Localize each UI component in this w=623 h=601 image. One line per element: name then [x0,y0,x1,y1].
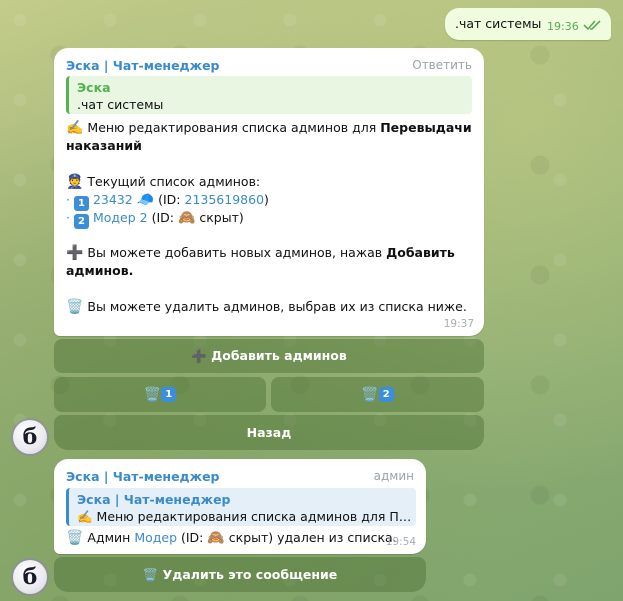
admin-removed-suffix: скрыт) удален из списка. [224,530,397,545]
admin-id-suffix: ) [264,192,269,207]
outgoing-message[interactable]: .чат системы 19:36 [445,8,611,40]
admin-id-prefix: (ID: [154,192,185,207]
bot-avatar[interactable]: б [13,560,47,594]
reply-quote-text: ✍️ Меню редактирования списка админов дл… [77,509,412,524]
admin-list-header-text: Текущий список админов: [83,174,261,189]
see-no-evil-monkey-icon: 🙈 [207,530,225,546]
reply-quote[interactable]: Эска | Чат-менеджер ✍️ Меню редактирован… [66,488,416,526]
cap-icon: 🧢 [136,192,155,208]
admin-removed-mid: (ID: [177,530,208,545]
see-no-evil-monkey-icon: 🙈 [177,210,196,226]
menu-title-text: Меню редактирования списка админов для [83,120,381,135]
menu-title-line: ✍️ Меню редактирования списка админов дл… [66,119,472,137]
reply-quote-author: Эска [77,80,111,95]
trash-icon: 🗑️ [66,530,84,546]
trash-icon: 🗑️ [361,386,379,403]
admin-list-item: · 1 23432 🧢 (ID: 2135619860) [66,191,269,211]
list-bullet: · [66,210,70,225]
add-admins-hint: ➕ Вы можете добавить новых админов, нажа… [66,244,455,262]
admin-removed-prefix: Админ [83,530,135,545]
admin-name-link[interactable]: Модер [134,530,177,545]
keycap-2-icon: 2 [378,387,394,402]
admin-removed-line: 🗑️ Админ Модер (ID: 🙈 скрыт) удален из с… [66,529,397,547]
message-sender[interactable]: Эска | Чат-менеджер [66,469,220,484]
admin-list-header: 👮 Текущий список админов: [66,173,260,191]
message-time: 19:54 [385,536,416,548]
sender-role-badge: админ [373,469,414,483]
bot-message-admin-menu[interactable]: Эска | Чат-менеджер Ответить Эска .чат с… [54,48,484,336]
police-officer-icon: 👮 [66,174,84,190]
admin-id-suffix: ) [238,210,244,225]
message-time: 19:37 [443,318,474,330]
message-sender[interactable]: Эска | Чат-менеджер [66,58,220,73]
writing-hand-icon: ✍️ [66,120,84,136]
bot-message-admin-removed[interactable]: Эска | Чат-менеджер админ Эска | Чат-мен… [54,459,426,554]
admin-id-prefix: (ID: [147,210,178,225]
add-admins-hint-text: Вы можете добавить новых админов, нажав [83,245,387,260]
back-button[interactable]: Назад [54,415,484,450]
outgoing-message-time: 19:36 [547,20,579,33]
plus-icon: ➕ [66,245,84,261]
menu-title-bold: Перевыдачи [380,120,472,135]
add-admins-button[interactable]: ➕ Добавить админов [54,339,484,373]
trash-icon: 🗑️ [66,299,84,315]
menu-title-bold-line2: наказаний [66,138,142,153]
remove-admins-hint-text: Вы можете удалить админов, выбрав их из … [83,299,467,314]
admin-name-link[interactable]: Модер 2 [93,210,148,225]
trash-icon: 🗑️ [143,386,162,403]
delete-message-button[interactable]: 🗑️ Удалить это сообщение [54,557,426,592]
keycap-2-icon: 2 [73,214,89,229]
add-admins-hint-bold-line2: админов. [66,263,134,278]
remove-admin-2-button[interactable]: 🗑️ 2 [271,377,484,412]
bot-avatar[interactable]: б [13,420,47,454]
outgoing-message-text: .чат системы [455,16,542,31]
reply-quote-author: Эска | Чат-менеджер [77,492,231,507]
admin-list-item: · 2 Модер 2 (ID: 🙈 скрыт) [66,209,244,229]
admin-id-link[interactable]: 2135619860 [185,192,265,207]
list-bullet: · [66,192,70,207]
keycap-1-icon: 1 [161,387,177,402]
reply-quote[interactable]: Эска .чат системы [66,76,472,114]
reply-quote-text: .чат системы [77,97,164,112]
remove-admins-hint: 🗑️ Вы можете удалить админов, выбрав их … [66,298,467,316]
admin-name-link[interactable]: 23432 [93,192,133,207]
double-check-icon [583,20,601,31]
add-admins-hint-bold: Добавить [386,245,455,260]
admin-id-hidden: скрыт [195,210,239,225]
reply-link[interactable]: Ответить [412,58,472,72]
remove-admin-1-button[interactable]: 🗑️ 1 [54,377,266,412]
